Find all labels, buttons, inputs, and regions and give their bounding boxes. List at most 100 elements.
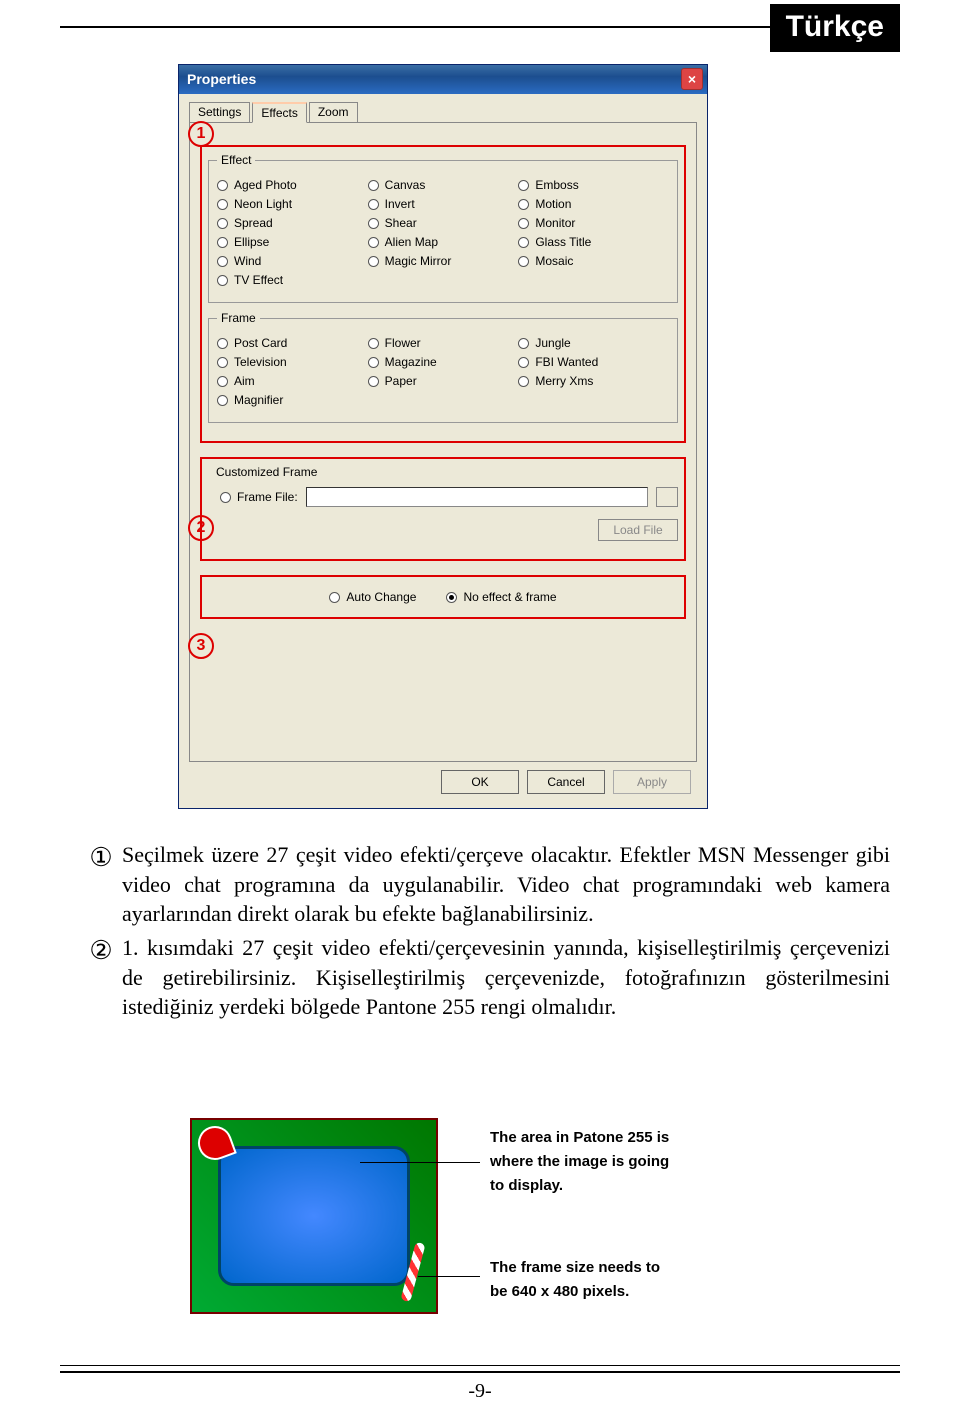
effect-opt-2[interactable]: Spread <box>217 216 368 230</box>
marker-2: ② <box>80 933 122 1022</box>
auto-change-label: Auto Change <box>346 590 416 604</box>
paragraph-1: Seçilmek üzere 27 çeşit video efekti/çer… <box>122 840 890 929</box>
radio-auto-change[interactable]: Auto Change <box>329 590 416 604</box>
frame-opt-1[interactable]: Television <box>217 355 368 369</box>
radio-icon <box>518 180 529 191</box>
radio-icon <box>217 338 228 349</box>
ok-button[interactable]: OK <box>441 770 519 794</box>
radio-icon <box>217 237 228 248</box>
callout-3: 3 <box>188 633 214 659</box>
tab-strip: Settings Effects Zoom <box>189 102 697 123</box>
radio-icon <box>518 256 529 267</box>
effect-opt-label-5: TV Effect <box>234 273 283 287</box>
frame-opt-label-3: Magnifier <box>234 393 283 407</box>
effect-opt-2[interactable]: Monitor <box>518 216 669 230</box>
frame-preview <box>190 1118 438 1314</box>
tab-settings[interactable]: Settings <box>189 102 250 123</box>
effect-opt-0[interactable]: Emboss <box>518 178 669 192</box>
effect-opt-0[interactable]: Canvas <box>368 178 519 192</box>
frame-opt-label-0: Jungle <box>535 336 570 350</box>
footer-rule <box>60 1367 900 1373</box>
effect-opt-0[interactable]: Aged Photo <box>217 178 368 192</box>
frame-opt-label-2: Paper <box>385 374 417 388</box>
radio-frame-file[interactable]: Frame File: <box>220 490 298 504</box>
frame-file-input[interactable] <box>306 487 648 507</box>
radio-icon <box>217 199 228 210</box>
effect-opt-1[interactable]: Neon Light <box>217 197 368 211</box>
browse-button[interactable] <box>656 487 678 507</box>
effect-opt-2[interactable]: Shear <box>368 216 519 230</box>
tab-zoom[interactable]: Zoom <box>309 102 358 123</box>
callout-1: 1 <box>188 121 214 147</box>
radio-icon <box>518 237 529 248</box>
effect-opt-label-2: Spread <box>234 216 273 230</box>
radio-icon <box>518 357 529 368</box>
radio-icon <box>518 218 529 229</box>
apply-button[interactable]: Apply <box>613 770 691 794</box>
radio-icon <box>217 256 228 267</box>
frame-opt-1[interactable]: Magazine <box>368 355 519 369</box>
titlebar: Properties × <box>179 65 707 94</box>
effect-opt-label-4: Mosaic <box>535 254 573 268</box>
radio-icon <box>368 357 379 368</box>
radio-icon <box>368 256 379 267</box>
radio-icon <box>217 376 228 387</box>
group-effect-legend: Effect <box>217 153 255 167</box>
frame-opt-label-1: Television <box>234 355 287 369</box>
frame-opt-2[interactable]: Paper <box>368 374 519 388</box>
frame-inner-area <box>218 1146 410 1286</box>
radio-icon <box>518 199 529 210</box>
radio-icon <box>217 357 228 368</box>
close-icon[interactable]: × <box>681 68 703 90</box>
effect-opt-1[interactable]: Invert <box>368 197 519 211</box>
no-effect-label: No effect & frame <box>463 590 556 604</box>
frame-opt-2[interactable]: Aim <box>217 374 368 388</box>
effect-opt-3[interactable]: Glass Title <box>518 235 669 249</box>
effect-opt-5[interactable]: TV Effect <box>217 273 368 287</box>
frame-opt-1[interactable]: FBI Wanted <box>518 355 669 369</box>
effect-opt-label-0: Aged Photo <box>234 178 297 192</box>
frame-opt-label-2: Aim <box>234 374 255 388</box>
frame-opt-label-0: Post Card <box>234 336 287 350</box>
effect-opt-label-3: Ellipse <box>234 235 269 249</box>
annotation-2: The frame size needs to be 640 x 480 pix… <box>490 1256 660 1304</box>
redbox-mode: Auto Change No effect & frame <box>200 575 686 619</box>
cancel-button[interactable]: Cancel <box>527 770 605 794</box>
effect-opt-4[interactable]: Mosaic <box>518 254 669 268</box>
effect-opt-1[interactable]: Motion <box>518 197 669 211</box>
window-title: Properties <box>187 71 256 87</box>
radio-no-effect[interactable]: No effect & frame <box>446 590 556 604</box>
radio-icon <box>368 237 379 248</box>
effect-opt-4[interactable]: Magic Mirror <box>368 254 519 268</box>
frame-opt-label-1: FBI Wanted <box>535 355 598 369</box>
page-number: -9- <box>0 1380 960 1403</box>
radio-icon <box>217 275 228 286</box>
tab-content: 1 Effect Aged Photo Neon Light Spread Ellip… <box>189 122 697 762</box>
effect-opt-label-3: Alien Map <box>385 235 438 249</box>
radio-icon <box>217 218 228 229</box>
frame-file-label: Frame File: <box>237 490 298 504</box>
load-file-button[interactable]: Load File <box>598 519 678 541</box>
radio-icon <box>368 199 379 210</box>
radio-icon <box>368 180 379 191</box>
properties-window: Properties × Settings Effects Zoom 1 Eff… <box>178 64 708 809</box>
group-frame-legend: Frame <box>217 311 260 325</box>
frame-opt-0[interactable]: Flower <box>368 336 519 350</box>
frame-opt-label-1: Magazine <box>385 355 437 369</box>
frame-opt-3[interactable]: Magnifier <box>217 393 368 407</box>
language-tag: Türkçe <box>770 4 900 52</box>
frame-opt-0[interactable]: Post Card <box>217 336 368 350</box>
frame-opt-label-0: Flower <box>385 336 421 350</box>
radio-icon <box>368 376 379 387</box>
effect-opt-4[interactable]: Wind <box>217 254 368 268</box>
effect-opt-label-0: Emboss <box>535 178 578 192</box>
button-row: OK Cancel Apply <box>189 762 697 798</box>
effect-opt-3[interactable]: Ellipse <box>217 235 368 249</box>
group-effect: Effect Aged Photo Neon Light Spread Ellipse… <box>208 153 678 303</box>
effect-opt-3[interactable]: Alien Map <box>368 235 519 249</box>
redbox-effects-frames: Effect Aged Photo Neon Light Spread Ellipse… <box>200 145 686 443</box>
tab-effects[interactable]: Effects <box>252 102 306 123</box>
frame-opt-0[interactable]: Jungle <box>518 336 669 350</box>
frame-opt-2[interactable]: Merry Xms <box>518 374 669 388</box>
redbox-customized: Customized Frame Frame File: Load File <box>200 457 686 561</box>
